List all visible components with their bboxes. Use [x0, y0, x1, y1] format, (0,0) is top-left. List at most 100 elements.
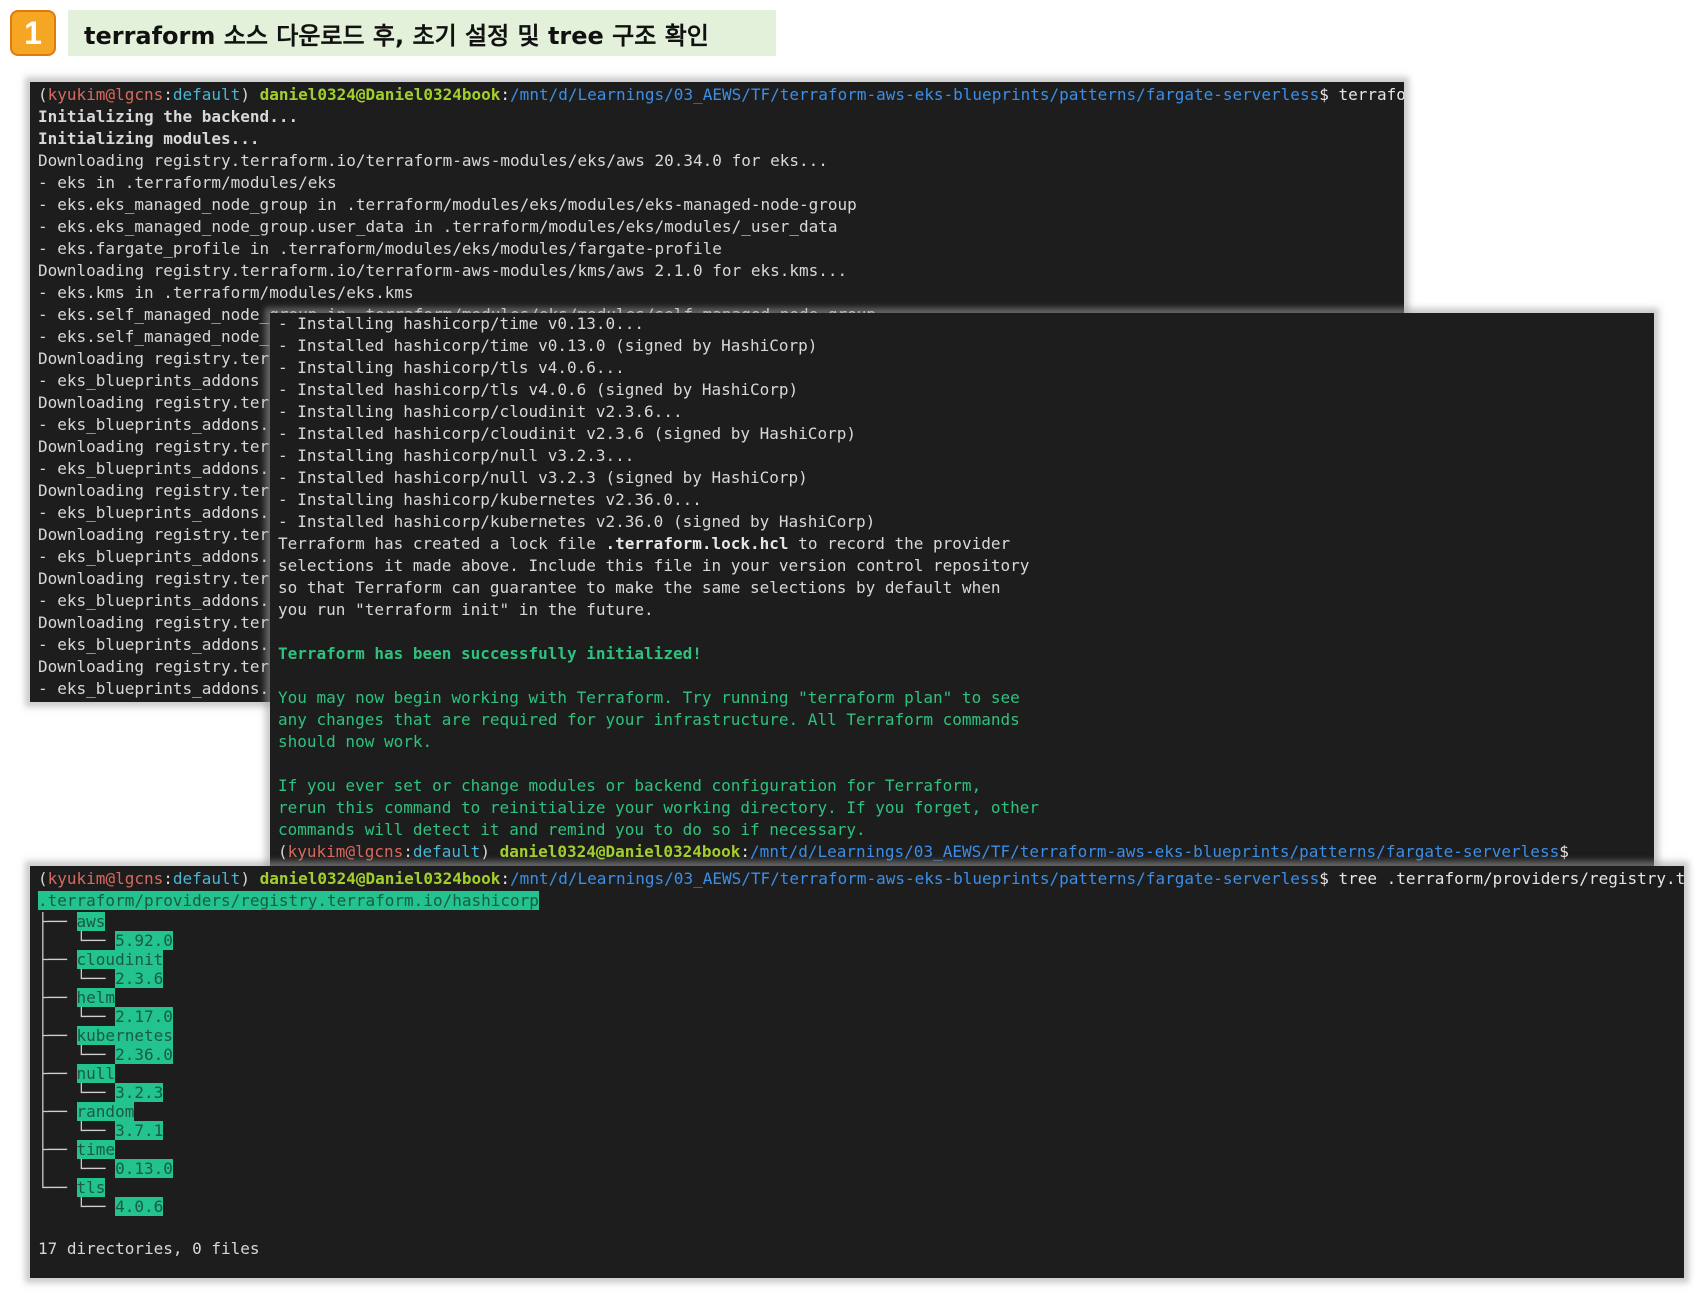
terminal-tree-output[interactable]: (kyukim@lgcns:default) daniel0324@Daniel… — [30, 866, 1684, 1278]
prompt-env: kyukim@lgcns — [287, 842, 404, 861]
output-text: - eks_blueprints_addons.aw — [38, 591, 289, 610]
prompt-dollar: $ — [1319, 85, 1329, 104]
output-text-bold: .terraform.lock.hcl — [605, 534, 789, 553]
output-text: - eks in .terraform/modules/eks — [38, 173, 337, 192]
prompt-user-host: daniel0324@Daniel0324book — [259, 869, 501, 888]
output-text: Initializing the backend... — [38, 107, 299, 126]
tree-provider-name: kubernetes — [76, 1026, 173, 1045]
output-line: - Installing hashicorp/time v0.13.0... — [278, 313, 1654, 335]
section-title: terraform 소스 다운로드 후, 초기 설정 및 tree 구조 확인 — [68, 10, 776, 56]
tree-provider-dir: ├── aws — [38, 912, 106, 931]
tree-version-dir: │ └── 3.7.1 — [38, 1121, 164, 1140]
output-text: - eks.self_managed_node_gr — [38, 327, 289, 346]
output-text: Downloading registry.terra — [38, 349, 289, 368]
prompt-path: /mnt/d/Learnings/03_AEWS/TF/terraform-aw… — [750, 842, 1560, 861]
tree-provider-dir: ├── time — [38, 1140, 116, 1159]
output-text: - eks_blueprints_addons.ar — [38, 459, 289, 478]
prompt-separator: : — [500, 869, 511, 888]
output-text: commands will detect it and remind you t… — [278, 820, 866, 839]
terminal-terraform-init-output[interactable]: - Installing hashicorp/time v0.13.0... - … — [270, 313, 1654, 873]
output-line: - Installed hashicorp/tls v4.0.6 (signed… — [278, 379, 1654, 401]
tree-version-name: 2.36.0 — [115, 1045, 173, 1064]
tree-version-dir: │ └── 2.3.6 — [38, 969, 164, 988]
output-line: If you ever set or change modules or bac… — [278, 775, 1654, 797]
shell-prompt-line: (kyukim@lgcns:default) daniel0324@Daniel… — [38, 868, 1684, 890]
output-line: should now work. — [278, 731, 1654, 753]
tree-version-name: 2.17.0 — [115, 1007, 173, 1026]
output-text: - eks_blueprints_addons in — [38, 371, 289, 390]
output-text: - Installed hashicorp/null v3.2.3 (signe… — [278, 468, 808, 487]
tree-root-path: .terraform/providers/registry.terraform.… — [38, 891, 539, 910]
prompt-path: /mnt/d/Learnings/03_AEWS/TF/terraform-aw… — [510, 869, 1320, 888]
prompt-dollar: $ — [1319, 869, 1329, 888]
prompt-user-host: daniel0324@Daniel0324book — [259, 85, 501, 104]
output-text: Terraform has been successfully initiali… — [278, 644, 702, 663]
tree-provider-dir: ├── random — [38, 1102, 135, 1121]
tree-version-name: 5.92.0 — [115, 931, 173, 950]
output-line: Terraform has been successfully initiali… — [278, 643, 1654, 665]
output-line: - Installed hashicorp/cloudinit v2.3.6 (… — [278, 423, 1654, 445]
prompt-profile: default — [412, 842, 481, 861]
output-text: - Installing hashicorp/cloudinit v2.3.6.… — [278, 402, 683, 421]
output-line: - Installed hashicorp/time v0.13.0 (sign… — [278, 335, 1654, 357]
prompt-path: /mnt/d/Learnings/03_AEWS/TF/terraform-aw… — [510, 85, 1320, 104]
output-text: any changes that are required for your i… — [278, 710, 1020, 729]
output-line: Initializing the backend... — [38, 106, 1404, 128]
output-text: You may now begin working with Terraform… — [278, 688, 1020, 707]
step-number-badge: 1 — [10, 10, 56, 56]
output-text: - eks.fargate_profile in .terraform/modu… — [38, 239, 722, 258]
tree-provider-name: time — [76, 1140, 116, 1159]
output-line: Downloading registry.terraform.io/terraf… — [38, 260, 1404, 282]
output-line: so that Terraform can guarantee to make … — [278, 577, 1654, 599]
output-text: - eks_blueprints_addons.ar — [38, 547, 289, 566]
shell-prompt-line: (kyukim@lgcns:default) daniel0324@Daniel… — [38, 84, 1404, 106]
output-text: selections it made above. Include this f… — [278, 556, 1030, 575]
output-text: Downloading registry.terra — [38, 657, 289, 676]
output-text: - eks_blueprints_addons.aw — [38, 679, 289, 698]
prompt-env: kyukim@lgcns — [47, 869, 164, 888]
tree-version-dir: │ └── 5.92.0 — [38, 931, 173, 950]
prompt-profile: default — [172, 869, 241, 888]
output-text: Initializing modules... — [38, 129, 260, 148]
output-text: Terraform has created a lock file — [278, 534, 606, 553]
output-text: Downloading registry.terra — [38, 613, 289, 632]
tree-provider-dir: ├── kubernetes — [38, 1026, 173, 1045]
tree-provider-dir: └── tls — [38, 1178, 106, 1197]
output-text: Downloading registry.terraform.io/terraf… — [38, 151, 828, 170]
output-line: - eks in .terraform/modules/eks — [38, 172, 1404, 194]
tree-provider-name: null — [76, 1064, 116, 1083]
output-text: - eks_blueprints_addons.ar — [38, 415, 289, 434]
output-text: - Installed hashicorp/cloudinit v2.3.6 (… — [278, 424, 856, 443]
output-text: you run "terraform init" in the future. — [278, 600, 654, 619]
output-line: commands will detect it and remind you t… — [278, 819, 1654, 841]
output-line: selections it made above. Include this f… — [278, 555, 1654, 577]
prompt-env: kyukim@lgcns — [47, 85, 164, 104]
prompt-command: terraform init — [1338, 85, 1404, 104]
output-line: - eks.fargate_profile in .terraform/modu… — [38, 238, 1404, 260]
output-text: - Installing hashicorp/tls v4.0.6... — [278, 358, 625, 377]
tree-provider-dir: ├── helm — [38, 988, 116, 1007]
output-text: If you ever set or change modules or bac… — [278, 776, 982, 795]
tree-version-name: 2.3.6 — [115, 969, 164, 988]
tree-summary: 17 directories, 0 files — [38, 1238, 1684, 1260]
section-header: 1 terraform 소스 다운로드 후, 초기 설정 및 tree 구조 확… — [10, 10, 776, 56]
tree-summary-text: 17 directories, 0 files — [38, 1239, 260, 1258]
tree-provider-name: random — [76, 1102, 135, 1121]
tree-version-name: 0.13.0 — [115, 1159, 173, 1178]
output-line: Terraform has created a lock file .terra… — [278, 533, 1654, 555]
output-text: - Installed hashicorp/kubernetes v2.36.0… — [278, 512, 876, 531]
output-line: - Installing hashicorp/cloudinit v2.3.6.… — [278, 401, 1654, 423]
prompt-dollar: $ — [1559, 842, 1569, 861]
output-text: - eks.eks_managed_node_group.user_data i… — [38, 217, 838, 236]
output-line: Initializing modules... — [38, 128, 1404, 150]
output-text: - eks.eks_managed_node_group in .terrafo… — [38, 195, 857, 214]
output-text: - Installing hashicorp/null v3.2.3... — [278, 446, 635, 465]
output-text: - eks_blueprints_addons.aw — [38, 635, 289, 654]
tree-provider-name: tls — [76, 1178, 106, 1197]
tree-version-dir: │ └── 3.2.3 — [38, 1083, 164, 1102]
output-text: Downloading registry.terra — [38, 569, 289, 588]
output-line: - Installed hashicorp/kubernetes v2.36.0… — [278, 511, 1654, 533]
output-line: - eks.kms in .terraform/modules/eks.kms — [38, 282, 1404, 304]
output-text: - Installing hashicorp/time v0.13.0... — [278, 314, 645, 333]
